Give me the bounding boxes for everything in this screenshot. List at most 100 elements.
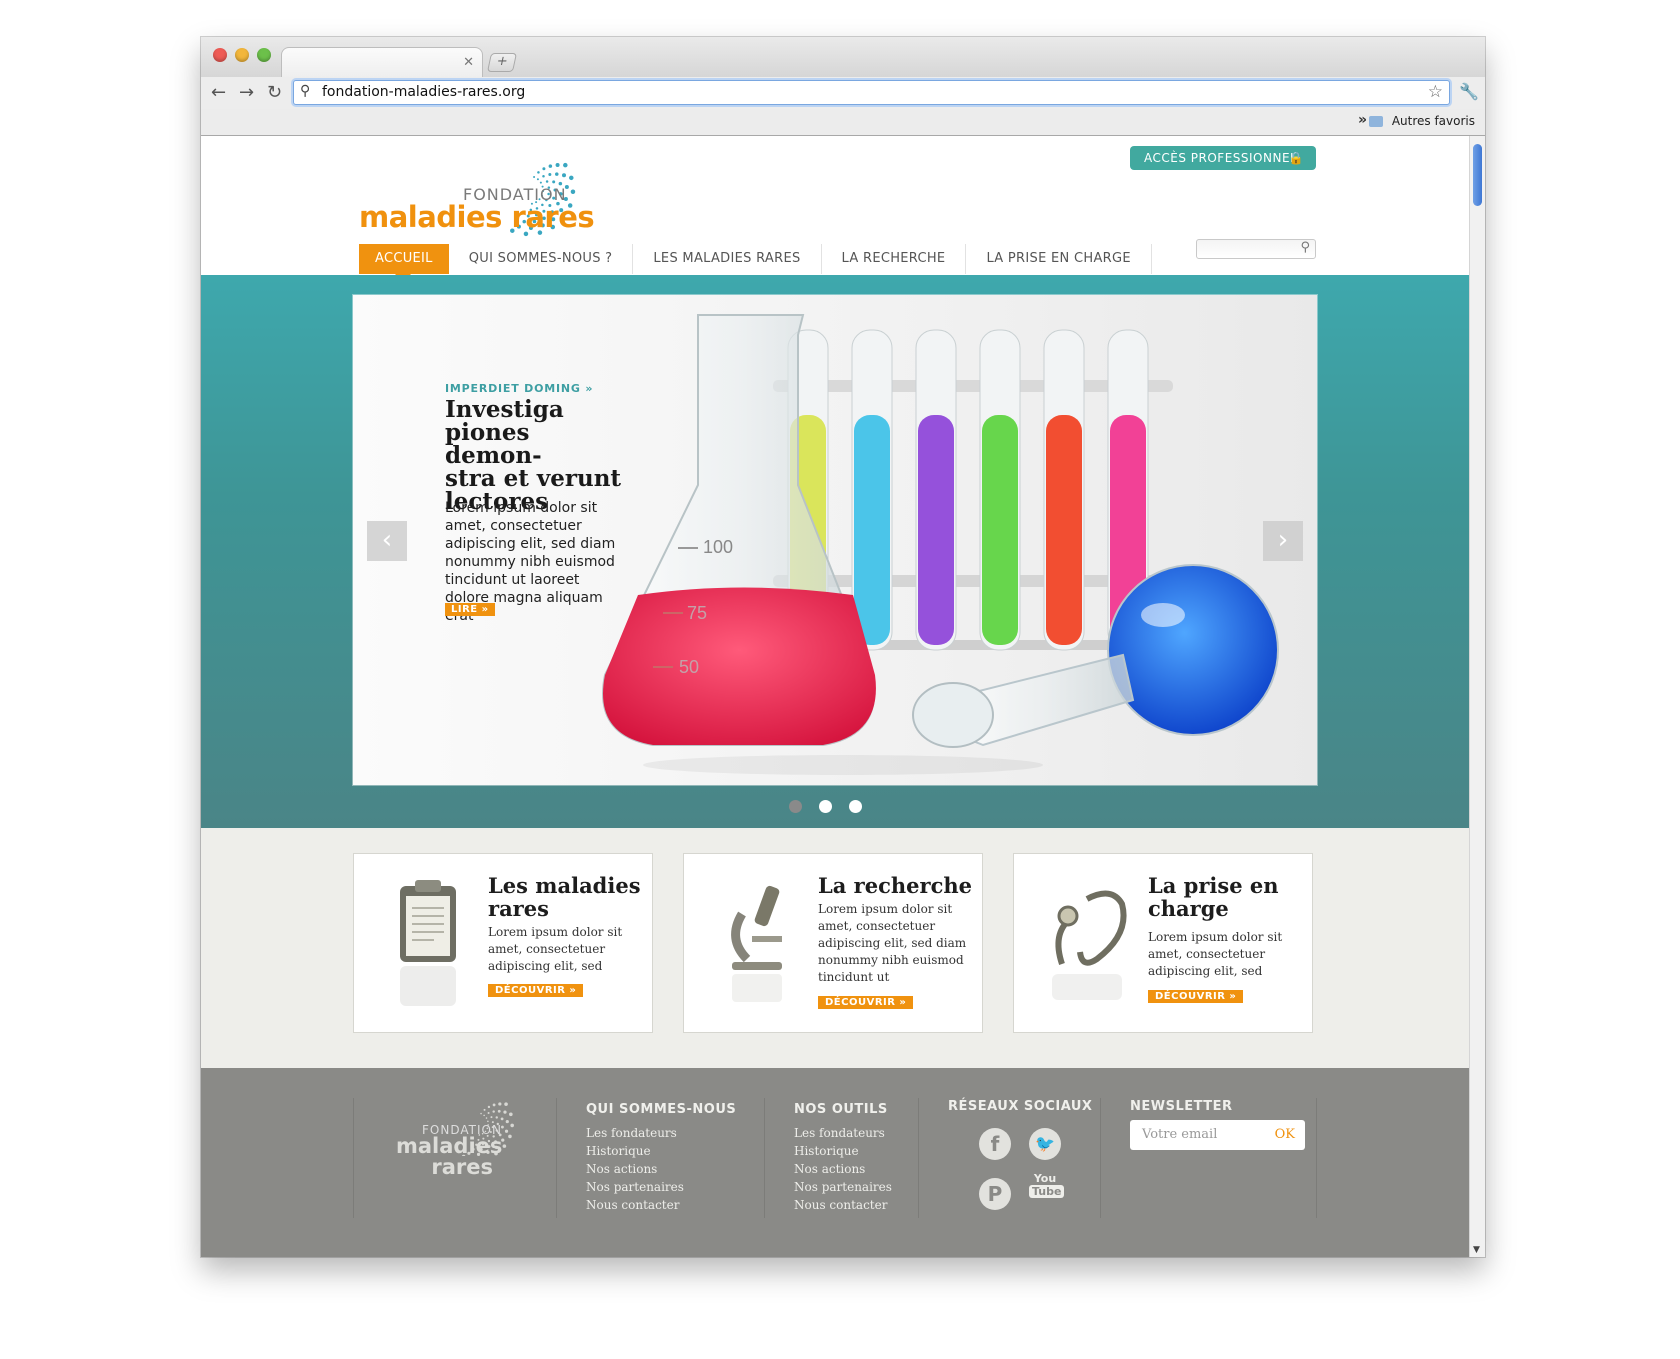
bookmarks-overflow-chevron[interactable]: » (1358, 112, 1367, 128)
slider-pagination (789, 800, 862, 813)
hero-slide: 100 75 50 IMPERDIET DOMING » Investiga p… (353, 295, 1317, 785)
card-la-prise-en-charge[interactable]: La prise en charge Lorem ipsum dolor sit… (1013, 853, 1313, 1033)
search-icon[interactable]: ⚲ (1300, 240, 1310, 255)
minimize-window-button[interactable] (235, 48, 249, 62)
test-tube-liquid (854, 415, 890, 645)
logo-swirl-dot (562, 173, 567, 178)
footer-logo[interactable]: maladies rares (396, 1136, 502, 1178)
feature-cards-section: Les maladies rares Lorem ipsum dolor sit… (201, 828, 1470, 1068)
stethoscope-icon (1052, 890, 1127, 1000)
nav-item-la-recherche[interactable]: LA RECHERCHE (822, 244, 967, 274)
logo-swirl-dot (542, 174, 545, 178)
footer-link[interactable]: Nos partenaires (586, 1178, 684, 1196)
address-bar[interactable]: ⚲ fondation-maladies-rares.org ☆ (293, 80, 1450, 105)
bookmarks-folder-autres-favoris[interactable]: Autres favoris (1392, 114, 1475, 128)
professional-access-label: ACCÈS PROFESSIONNEL (1144, 151, 1298, 165)
footer-link[interactable]: Nos partenaires (794, 1178, 892, 1196)
slider-dot[interactable] (789, 800, 802, 813)
footer-link[interactable]: Historique (586, 1142, 684, 1160)
professional-access-button[interactable]: ACCÈS PROFESSIONNEL 🔒 (1130, 146, 1316, 170)
youtube-icon[interactable]: You Tube (1029, 1172, 1065, 1198)
scroll-down-arrow-icon[interactable]: ▼ (1473, 1245, 1480, 1255)
site-logo[interactable]: FONDATION maladies rares (359, 150, 599, 240)
logo-swirl-dot (487, 1105, 491, 1109)
slide-kicker-link[interactable]: IMPERDIET DOMING » (445, 382, 593, 395)
footer-link[interactable]: Historique (794, 1142, 892, 1160)
logo-swirl-dot (495, 1116, 498, 1119)
test-tube-liquid (1046, 415, 1082, 645)
footer-link[interactable]: Nous contacter (586, 1196, 684, 1214)
forward-arrow-icon[interactable]: → (239, 82, 254, 103)
logo-swirl-dot (504, 1102, 508, 1106)
slider-dot[interactable] (819, 800, 832, 813)
footer-link[interactable]: Les fondateurs (586, 1124, 684, 1142)
search-icon: ⚲ (300, 83, 311, 99)
beaker-mark-100: 100 (703, 537, 733, 557)
slider-next-button[interactable]: › (1263, 521, 1303, 561)
logo-swirl-dot (497, 1109, 501, 1113)
newsletter-ok-button[interactable]: OK (1275, 1127, 1295, 1142)
footer-logo-line: maladies (396, 1134, 503, 1158)
card-la-recherche[interactable]: La recherche Lorem ipsum dolor sit amet,… (683, 853, 983, 1033)
page-scrollbar[interactable]: ▼ (1469, 136, 1485, 1257)
card-les-maladies-rares[interactable]: Les maladies rares Lorem ipsum dolor sit… (353, 853, 653, 1033)
site-search-input[interactable]: ⚲ (1196, 239, 1316, 259)
slider-prev-button[interactable]: ‹ (367, 521, 407, 561)
card-text: Lorem ipsum dolor sit amet, consectetuer… (1148, 930, 1283, 978)
new-tab-button[interactable]: + (486, 53, 518, 72)
twitter-icon[interactable]: 🐦 (1029, 1128, 1061, 1160)
footer-divider (353, 1098, 354, 1218)
logo-swirl-dot (545, 180, 549, 183)
logo-swirl-dot (483, 1108, 486, 1111)
decouvrir-button[interactable]: DÉCOUVRIR » (488, 984, 584, 997)
nav-item-la-prise-en-charge[interactable]: LA PRISE EN CHARGE (966, 244, 1152, 274)
footer-newsletter-title: NEWSLETTER (1130, 1099, 1233, 1114)
close-tab-icon[interactable]: ✕ (463, 55, 474, 70)
tab-bar: ✕ + (201, 37, 1485, 78)
logo-swirl-dot (570, 189, 576, 195)
footer-link[interactable]: Nous contacter (794, 1196, 892, 1214)
read-more-button[interactable]: LIRE » (445, 603, 495, 616)
logo-swirl-dot (533, 175, 536, 178)
reload-icon[interactable]: ↻ (267, 82, 282, 103)
footer-link[interactable]: Nos actions (586, 1160, 684, 1178)
beaker-mark-75: 75 (687, 603, 707, 623)
logo-swirl-dot (555, 172, 559, 176)
back-arrow-icon[interactable]: ← (211, 82, 226, 103)
bookmark-star-icon[interactable]: ☆ (1428, 82, 1443, 102)
footer-link[interactable]: Les fondateurs (794, 1124, 892, 1142)
url-text[interactable]: fondation-maladies-rares.org (322, 84, 525, 100)
nav-item-les-maladies-rares[interactable]: LES MALADIES RARES (633, 244, 822, 274)
logo-swirl-dot (490, 1116, 493, 1119)
footer-qui-sommes-nous-title: QUI SOMMES-NOUS (586, 1102, 737, 1117)
browser-tab[interactable]: ✕ (281, 47, 483, 78)
nav-item-accueil[interactable]: ACCUEIL (359, 244, 449, 282)
footer-link[interactable]: Nos actions (794, 1160, 892, 1178)
newsletter-placeholder: Votre email (1142, 1127, 1218, 1142)
nav-item-qui-sommes-nous[interactable]: QUI SOMMES-NOUS ? (449, 244, 634, 274)
slider-dot[interactable] (849, 800, 862, 813)
folder-icon (1369, 116, 1383, 127)
footer-links-qui-sommes-nous: Les fondateurs Historique Nos actions No… (586, 1124, 684, 1214)
logo-swirl-dot (500, 1117, 504, 1121)
beaker-mark-50: 50 (679, 657, 699, 677)
logo-swirl-dot (480, 1112, 482, 1115)
newsletter-email-input[interactable]: Votre email OK (1130, 1120, 1305, 1150)
microscope-icon (731, 885, 782, 1002)
footer-divider (1100, 1098, 1101, 1218)
card-title: La recherche (818, 873, 973, 898)
zoom-window-button[interactable] (257, 48, 271, 62)
wrench-icon[interactable]: 🔧 (1459, 82, 1479, 101)
facebook-icon[interactable]: f (979, 1128, 1011, 1160)
logo-swirl-dot (498, 1102, 502, 1106)
pinterest-icon[interactable]: P (979, 1178, 1011, 1210)
decouvrir-button[interactable]: DÉCOUVRIR » (1148, 990, 1244, 1003)
logo-swirl-dot (504, 1129, 509, 1133)
logo-swirl-dot (539, 181, 542, 184)
decouvrir-button[interactable]: DÉCOUVRIR » (818, 996, 914, 1009)
logo-swirl-dot (505, 1119, 509, 1124)
slide-title: Investiga piones demon- stra et verunt l… (445, 398, 625, 513)
close-window-button[interactable] (213, 48, 227, 62)
scrollbar-thumb[interactable] (1473, 144, 1482, 206)
slide-title-line: Investiga (445, 396, 564, 423)
